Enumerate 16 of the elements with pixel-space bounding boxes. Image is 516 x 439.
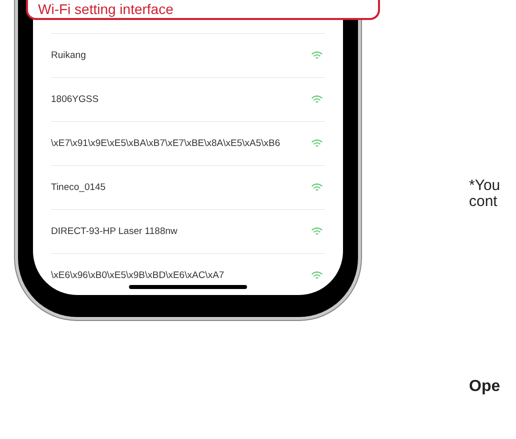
section-heading: Ope [469, 378, 502, 396]
wifi-icon [311, 51, 323, 60]
wifi-list-item[interactable]: 1806YGSS [51, 78, 325, 122]
wifi-list-item[interactable]: DIRECT-93-HP Laser 1188nw [51, 210, 325, 254]
wifi-icon [311, 227, 323, 236]
wifi-icon [311, 139, 323, 148]
wifi-icon [311, 183, 323, 192]
wifi-list-item[interactable]: Ruikang [51, 34, 325, 78]
wifi-icon [311, 95, 323, 104]
note-text: *You [469, 178, 502, 194]
wifi-list-item[interactable]: \xE7\x91\x9E\xE5\xBA\xB7\xE7\xBE\x8A\xE5\xA5\xB6 [51, 122, 325, 166]
callout-label: Wi-Fi setting interface [26, 0, 380, 20]
wifi-list-item[interactable]: \xE6\x96\xB0\xE5\x9B\xBD\xE6\xAC\xA7 [51, 254, 325, 297]
note-text: cont [469, 194, 498, 210]
wifi-list-item[interactable]: Tineco_0145 [51, 166, 325, 210]
wifi-icon [311, 271, 323, 280]
